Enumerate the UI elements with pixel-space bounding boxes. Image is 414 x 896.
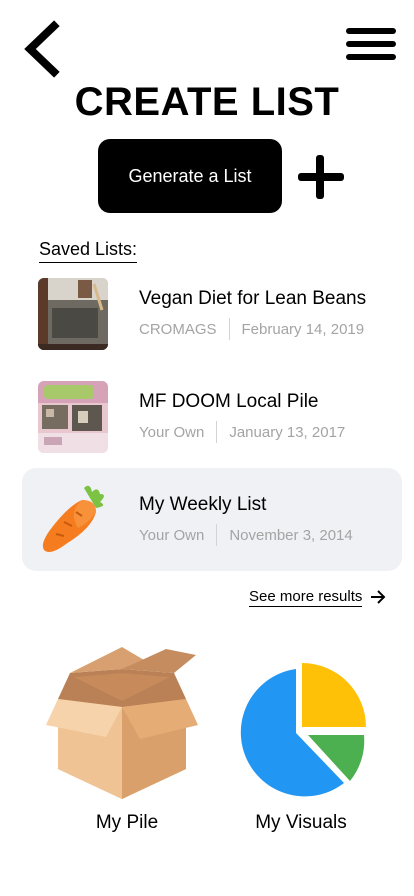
list-item-author: Your Own xyxy=(139,423,205,441)
menu-button[interactable] xyxy=(344,26,398,66)
meta-divider xyxy=(216,421,218,443)
generate-list-label: Generate a List xyxy=(128,165,252,186)
see-more-label: See more results xyxy=(249,588,363,607)
list-item-title: My Weekly List xyxy=(139,494,267,515)
carrot-icon xyxy=(42,485,104,552)
list-item-meta: CROMAGS February 14, 2019 xyxy=(139,318,364,340)
doom-shelf-photo xyxy=(38,381,108,453)
list-item[interactable]: Vegan Diet for Lean Beans CROMAGS Februa… xyxy=(22,268,402,371)
plus-icon xyxy=(298,155,344,199)
box-icon xyxy=(46,647,198,799)
list-thumbnail xyxy=(38,278,108,350)
hamburger-menu-icon xyxy=(346,28,396,60)
list-item-date: January 13, 2017 xyxy=(229,423,346,441)
list-item[interactable]: MF DOOM Local Pile Your Own January 13, … xyxy=(22,371,402,474)
list-item-date: February 14, 2019 xyxy=(241,320,365,338)
list-item-meta: Your Own January 13, 2017 xyxy=(139,421,345,443)
my-pile-tile[interactable]: My Pile xyxy=(42,645,212,845)
my-pile-label: My Pile xyxy=(95,812,159,833)
my-visuals-tile[interactable]: My Visuals xyxy=(216,645,386,845)
chevron-left-icon xyxy=(24,20,60,78)
pie-chart-icon xyxy=(240,663,366,797)
list-item-author: CROMAGS xyxy=(139,320,217,338)
back-button[interactable] xyxy=(20,20,66,78)
generate-list-button[interactable]: Generate a List xyxy=(98,139,282,213)
list-thumbnail xyxy=(38,381,108,453)
list-thumbnail xyxy=(38,482,108,554)
doorway-photo xyxy=(38,278,108,350)
list-item-title: MF DOOM Local Pile xyxy=(139,391,319,412)
list-item-title: Vegan Diet for Lean Beans xyxy=(139,288,367,309)
meta-divider xyxy=(216,524,218,546)
add-list-button[interactable] xyxy=(296,152,346,202)
page-title: CREATE LIST xyxy=(74,80,340,124)
saved-lists-heading: Saved Lists: xyxy=(39,238,138,263)
meta-divider xyxy=(228,318,230,340)
list-item-selected[interactable]: My Weekly List Your Own November 3, 2014 xyxy=(22,468,402,571)
my-visuals-label: My Visuals xyxy=(255,812,347,833)
list-item-author: Your Own xyxy=(139,526,205,544)
list-item-date: November 3, 2014 xyxy=(229,526,353,544)
see-more-results-link[interactable]: See more results xyxy=(249,587,386,607)
list-item-meta: Your Own November 3, 2014 xyxy=(139,524,353,546)
arrow-right-icon xyxy=(371,590,386,604)
